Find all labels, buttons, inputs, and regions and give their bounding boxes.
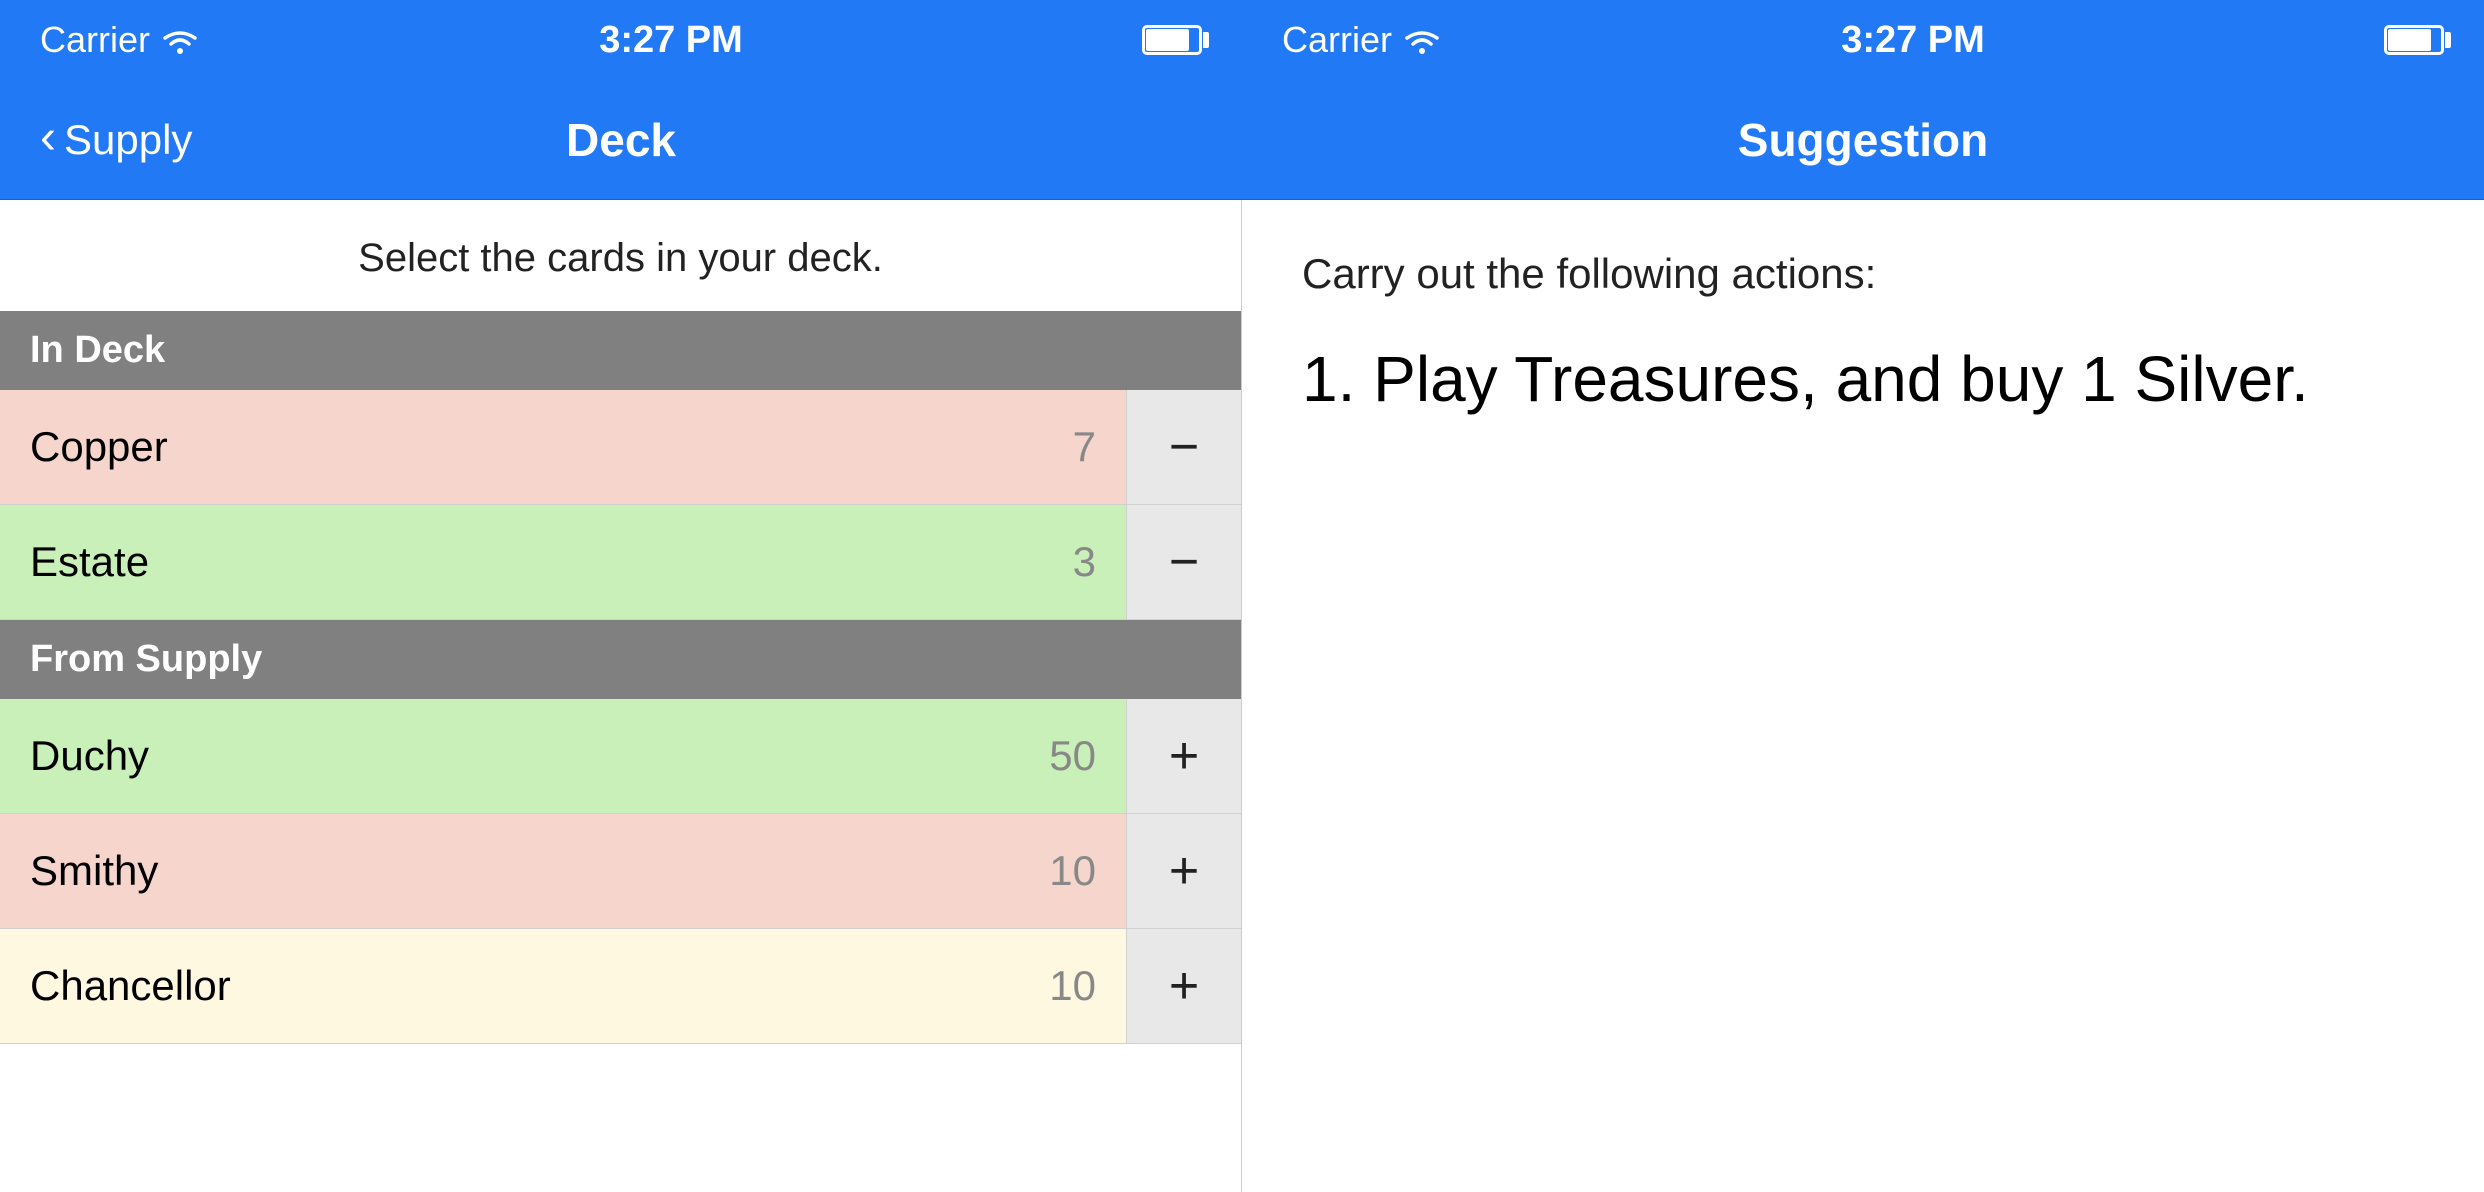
- copper-name-area: Copper 7: [0, 390, 1126, 504]
- estate-decrement-button[interactable]: −: [1126, 505, 1241, 619]
- status-carrier-right: Carrier: [1282, 19, 1442, 61]
- chancellor-card-count: 10: [1049, 962, 1096, 1010]
- status-bar-left: Carrier 3:27 PM: [0, 19, 1242, 62]
- deck-nav-title: Deck: [566, 113, 676, 167]
- table-row: Copper 7 −: [0, 390, 1241, 505]
- battery-icon-left: [1142, 25, 1202, 55]
- status-time-right: 3:27 PM: [1841, 19, 1985, 62]
- section-header-in-deck: In Deck: [0, 311, 1241, 390]
- estate-name-area: Estate 3: [0, 505, 1126, 619]
- nav-left: ‹ Supply Deck: [0, 114, 1242, 165]
- back-label: Supply: [64, 116, 192, 164]
- table-row: Duchy 50 +: [0, 699, 1241, 814]
- estate-card-name: Estate: [30, 538, 149, 586]
- battery-icon-right: [2384, 25, 2444, 55]
- main-content: Select the cards in your deck. In Deck C…: [0, 200, 2484, 1192]
- chancellor-name-area: Chancellor 10: [0, 929, 1126, 1043]
- suggestion-panel: Carry out the following actions: 1. Play…: [1242, 200, 2484, 1192]
- status-bar-right: Carrier 3:27 PM: [1242, 19, 2484, 62]
- table-row: Smithy 10 +: [0, 814, 1241, 929]
- smithy-card-name: Smithy: [30, 847, 158, 895]
- smithy-increment-button[interactable]: +: [1126, 814, 1241, 928]
- back-chevron-icon: ‹: [40, 110, 56, 165]
- chancellor-card-name: Chancellor: [30, 962, 231, 1010]
- nav-right: Suggestion: [1242, 113, 2484, 167]
- estate-card-count: 3: [1073, 538, 1096, 586]
- carrier-label-right: Carrier: [1282, 19, 1392, 61]
- suggestion-nav-title: Suggestion: [1738, 113, 1988, 167]
- deck-panel: Select the cards in your deck. In Deck C…: [0, 200, 1242, 1192]
- copper-card-count: 7: [1073, 423, 1096, 471]
- smithy-name-area: Smithy 10: [0, 814, 1126, 928]
- status-carrier-left: Carrier: [40, 19, 200, 61]
- copper-decrement-button[interactable]: −: [1126, 390, 1241, 504]
- nav-bar: ‹ Supply Deck Suggestion: [0, 80, 2484, 200]
- smithy-card-count: 10: [1049, 847, 1096, 895]
- wifi-icon-right: [1402, 25, 1442, 55]
- suggestion-intro: Carry out the following actions:: [1302, 250, 2424, 298]
- duchy-card-name: Duchy: [30, 732, 149, 780]
- deck-subtitle: Select the cards in your deck.: [0, 200, 1241, 311]
- status-time-left: 3:27 PM: [599, 19, 743, 62]
- duchy-card-count: 50: [1049, 732, 1096, 780]
- table-row: Chancellor 10 +: [0, 929, 1241, 1044]
- status-bar: Carrier 3:27 PM Carrier 3:27 PM: [0, 0, 2484, 80]
- duchy-increment-button[interactable]: +: [1126, 699, 1241, 813]
- table-row: Estate 3 −: [0, 505, 1241, 620]
- suggestion-action: 1. Play Treasures, and buy 1 Silver.: [1302, 338, 2424, 421]
- wifi-icon-left: [160, 25, 200, 55]
- section-header-from-supply: From Supply: [0, 620, 1241, 699]
- copper-card-name: Copper: [30, 423, 168, 471]
- carrier-label-left: Carrier: [40, 19, 150, 61]
- chancellor-increment-button[interactable]: +: [1126, 929, 1241, 1043]
- back-button[interactable]: ‹ Supply: [0, 114, 232, 165]
- duchy-name-area: Duchy 50: [0, 699, 1126, 813]
